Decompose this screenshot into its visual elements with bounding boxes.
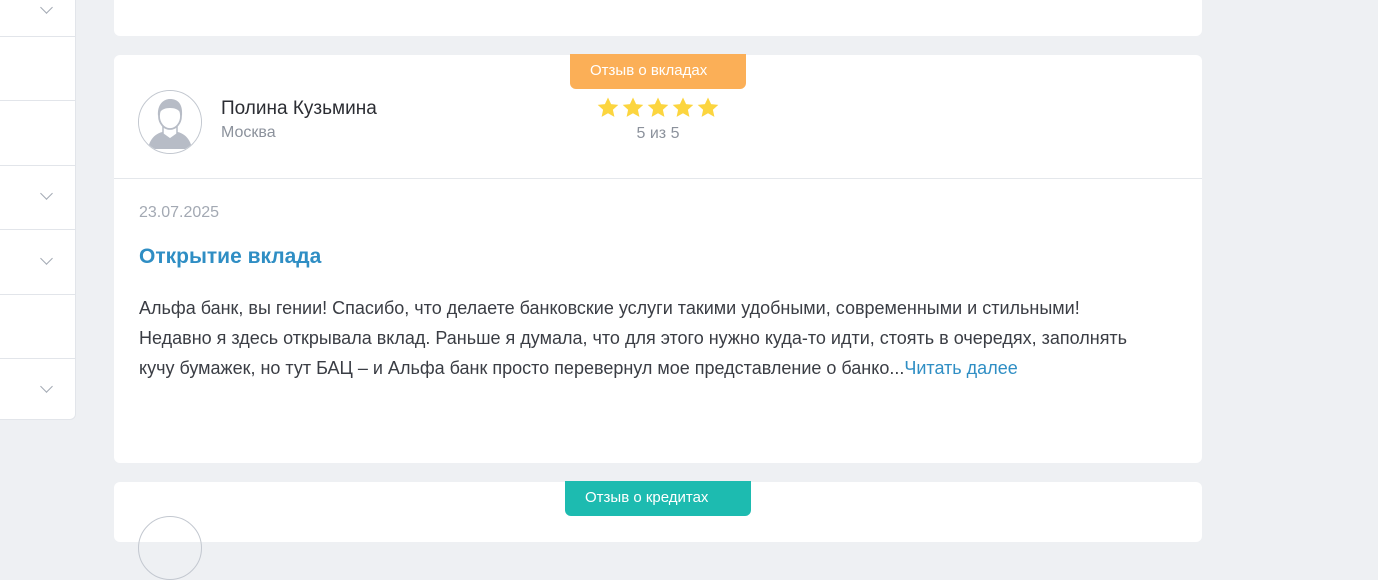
author-city: Москва xyxy=(221,124,276,141)
user-avatar-icon xyxy=(138,90,202,154)
review-category-tag[interactable]: Отзыв о вкладах xyxy=(570,54,746,89)
user-avatar-icon xyxy=(138,516,202,580)
review-category-tag[interactable]: Отзыв о кредитах xyxy=(565,481,751,516)
author-name: Полина Кузьмина xyxy=(221,98,377,119)
filter-row[interactable] xyxy=(0,36,75,101)
chevron-down-icon[interactable] xyxy=(40,187,53,200)
star-icon xyxy=(622,97,644,117)
chevron-down-icon[interactable] xyxy=(40,1,53,14)
rating-label: 5 из 5 xyxy=(636,125,680,142)
star-icon xyxy=(697,97,719,117)
chevron-down-icon[interactable] xyxy=(40,252,53,265)
filter-row[interactable] xyxy=(0,165,75,230)
filter-row[interactable] xyxy=(0,0,75,37)
review-card: Отзыв о вкладах Полина Кузьмина Москва 5… xyxy=(114,54,1202,463)
star-icon xyxy=(672,97,694,117)
chevron-down-icon[interactable] xyxy=(40,380,53,393)
card-divider xyxy=(114,178,1202,179)
filter-sidebar xyxy=(0,0,76,420)
star-icon xyxy=(597,97,619,117)
previous-review-card xyxy=(114,0,1202,36)
filter-row[interactable] xyxy=(0,229,75,295)
read-more-link[interactable]: Читать далее xyxy=(904,358,1017,378)
next-review-card: Отзыв о кредитах xyxy=(114,481,1202,580)
review-body: Альфа банк, вы гении! Спасибо, что делае… xyxy=(139,293,1139,383)
filter-row[interactable] xyxy=(0,358,75,421)
star-icon xyxy=(647,97,669,117)
review-title[interactable]: Открытие вклада xyxy=(139,245,321,269)
filter-row[interactable] xyxy=(0,294,75,359)
rating-stars xyxy=(596,96,720,120)
review-date: 23.07.2025 xyxy=(139,204,220,221)
filter-row[interactable] xyxy=(0,100,75,166)
